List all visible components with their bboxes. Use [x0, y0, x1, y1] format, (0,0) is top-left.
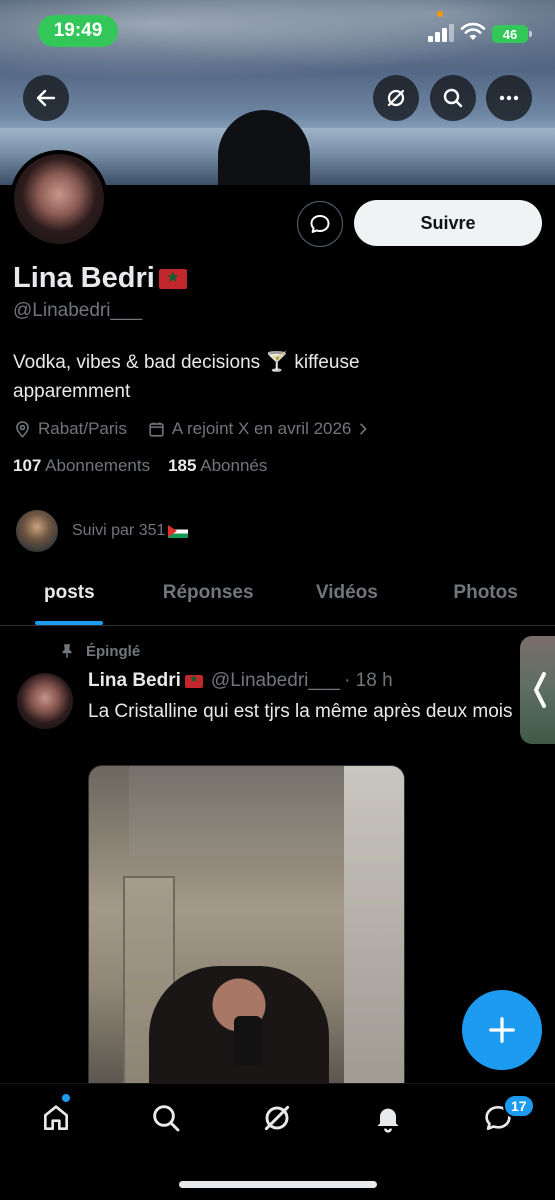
post-image[interactable]: [88, 765, 405, 1083]
chevron-right-icon[interactable]: [355, 421, 371, 437]
post-author-name[interactable]: Lina Bedri: [88, 670, 181, 692]
followers-count: 185: [168, 456, 197, 475]
profile-name-text: Lina Bedri: [13, 262, 155, 294]
profile-avatar[interactable]: [10, 150, 108, 248]
home-notification-dot: [62, 1094, 70, 1102]
avatar-image: [14, 154, 104, 244]
post-author-handle[interactable]: @Linabedri___: [211, 670, 340, 692]
tab-videos[interactable]: Vidéos: [278, 570, 417, 625]
following-label: Abonnements: [45, 456, 151, 475]
chevron-left-icon: [534, 672, 546, 708]
home-icon: [44, 1105, 68, 1130]
side-drawer-handle[interactable]: [520, 636, 555, 744]
location-pin-icon: [16, 420, 29, 438]
follow-button[interactable]: Suivre: [354, 200, 542, 246]
followers-link[interactable]: 185 Abonnés: [168, 456, 267, 476]
active-tab-indicator: [35, 621, 104, 625]
search-button[interactable]: [430, 75, 476, 121]
image-phone: [234, 1016, 262, 1066]
image-wall: [344, 766, 404, 1083]
grok-button[interactable]: [373, 75, 419, 121]
profile-handle: @Linabedri___: [13, 300, 143, 321]
wifi-icon: [460, 22, 486, 40]
palestine-flag-icon: [168, 524, 189, 538]
tab-videos-label: Vidéos: [315, 582, 378, 603]
morocco-flag-icon: [158, 268, 187, 289]
tab-replies[interactable]: Réponses: [139, 570, 278, 625]
follow-stats: 107 Abonnements 185 Abonnés: [13, 456, 267, 476]
tab-replies-label: Réponses: [162, 582, 254, 603]
profile-joined: A rejoint X en avril 2026: [171, 419, 352, 438]
cellular-signal-icon: [428, 24, 454, 42]
bell-icon: [377, 1108, 399, 1133]
tab-posts-label: posts: [44, 582, 95, 603]
followed-by-label: Suivi par 351: [72, 522, 166, 539]
profile-name: Lina Bedri: [13, 262, 187, 295]
back-button[interactable]: [23, 75, 69, 121]
more-icon: [499, 95, 519, 101]
profile-bio: Vodka, vibes & bad decisions 🍸 kiffeuse …: [13, 352, 360, 402]
messages-badge: 17: [503, 1094, 535, 1118]
battery-indicator: 46: [492, 25, 532, 43]
followed-by-row[interactable]: Suivi par 351: [14, 508, 189, 554]
status-bar: 19:49 46: [0, 0, 555, 60]
privacy-indicator-dot: [437, 11, 443, 17]
search-icon: [153, 1105, 180, 1132]
post-time: · 18 h: [344, 670, 393, 691]
tab-posts[interactable]: posts: [0, 570, 139, 625]
tab-photos[interactable]: Photos: [416, 570, 555, 625]
nav-notifications[interactable]: [368, 1098, 408, 1138]
message-bubble-icon: [310, 215, 330, 233]
morocco-flag-icon: [184, 674, 203, 688]
message-button[interactable]: [297, 201, 343, 247]
followers-label: Abonnés: [200, 456, 268, 475]
nav-search[interactable]: [146, 1098, 186, 1138]
followed-by-text: Suivi par 351: [72, 522, 189, 540]
more-button[interactable]: [486, 75, 532, 121]
arrow-left-icon: [36, 89, 56, 107]
profile-tabs: posts Réponses Vidéos Photos: [0, 570, 555, 626]
grok-icon: [387, 89, 405, 107]
pinned-indicator: Épinglé: [58, 642, 140, 660]
nav-home[interactable]: [36, 1098, 76, 1138]
grok-icon: [264, 1105, 290, 1131]
post-text: La Cristalline qui est tjrs la même aprè…: [88, 701, 513, 722]
following-link[interactable]: 107 Abonnements: [13, 456, 150, 476]
pin-icon: [62, 644, 72, 658]
profile-location: Rabat/Paris: [38, 419, 127, 438]
status-time: 19:49: [38, 15, 118, 47]
calendar-icon: [149, 421, 164, 437]
banner-person: [218, 110, 310, 185]
plus-icon: [489, 1017, 515, 1043]
home-indicator[interactable]: [179, 1181, 377, 1188]
post-author-avatar[interactable]: [17, 673, 73, 729]
nav-grok[interactable]: [257, 1098, 297, 1138]
profile-meta: Rabat/Paris A rejoint X en avril 2026: [13, 416, 377, 442]
post-header: Lina Bedri @Linabedri___ · 18 h: [88, 670, 393, 692]
tab-photos-label: Photos: [453, 582, 518, 603]
compose-button[interactable]: [462, 990, 542, 1070]
image-ceiling: [129, 766, 349, 856]
follower-avatar: [14, 508, 60, 554]
search-icon: [443, 88, 463, 108]
following-count: 107: [13, 456, 42, 475]
battery-level: 46: [502, 26, 518, 42]
pinned-label: Épinglé: [86, 642, 141, 660]
